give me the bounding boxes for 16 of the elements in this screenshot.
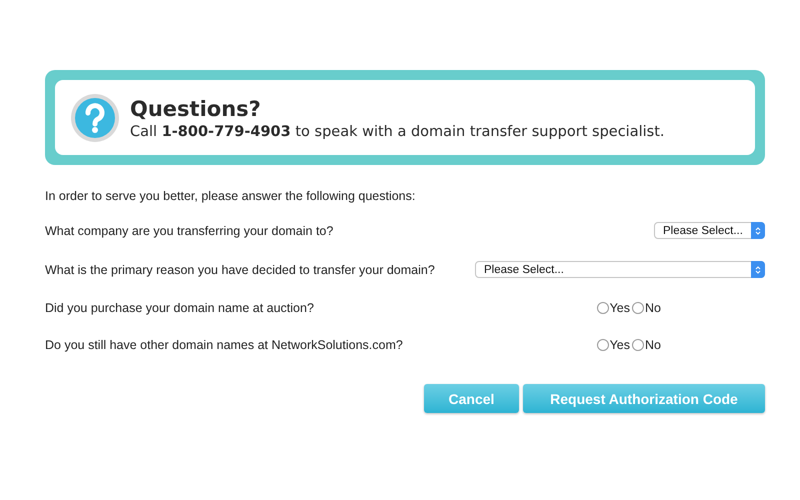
question-label: What company are you transferring your domain to?	[45, 224, 334, 238]
question-label: Do you still have other domain names at NetworkSolutions.com?	[45, 338, 403, 352]
radio-option[interactable]: Yes	[596, 300, 630, 314]
updown-icon	[755, 226, 761, 236]
help-icon	[70, 93, 120, 143]
radio-option[interactable]: No	[632, 300, 661, 314]
question-label: Did you purchase your domain name at auction?	[45, 300, 314, 314]
question-label: What is the primary reason you have decided to transfer your domain?	[45, 262, 435, 276]
radio-option[interactable]: Yes	[596, 338, 630, 352]
select-field[interactable]: Please Select...	[654, 222, 765, 239]
banner-title: Questions?	[130, 96, 262, 120]
intro-text: In order to serve you better, please answer the following questions:	[45, 189, 416, 203]
radio-option[interactable]: No	[632, 338, 661, 352]
select-field[interactable]: Please Select...	[475, 261, 765, 278]
banner-text: Call 1-800-779-4903 to speak with a domain transfer support specialist.	[130, 124, 664, 140]
updown-icon	[755, 264, 761, 274]
